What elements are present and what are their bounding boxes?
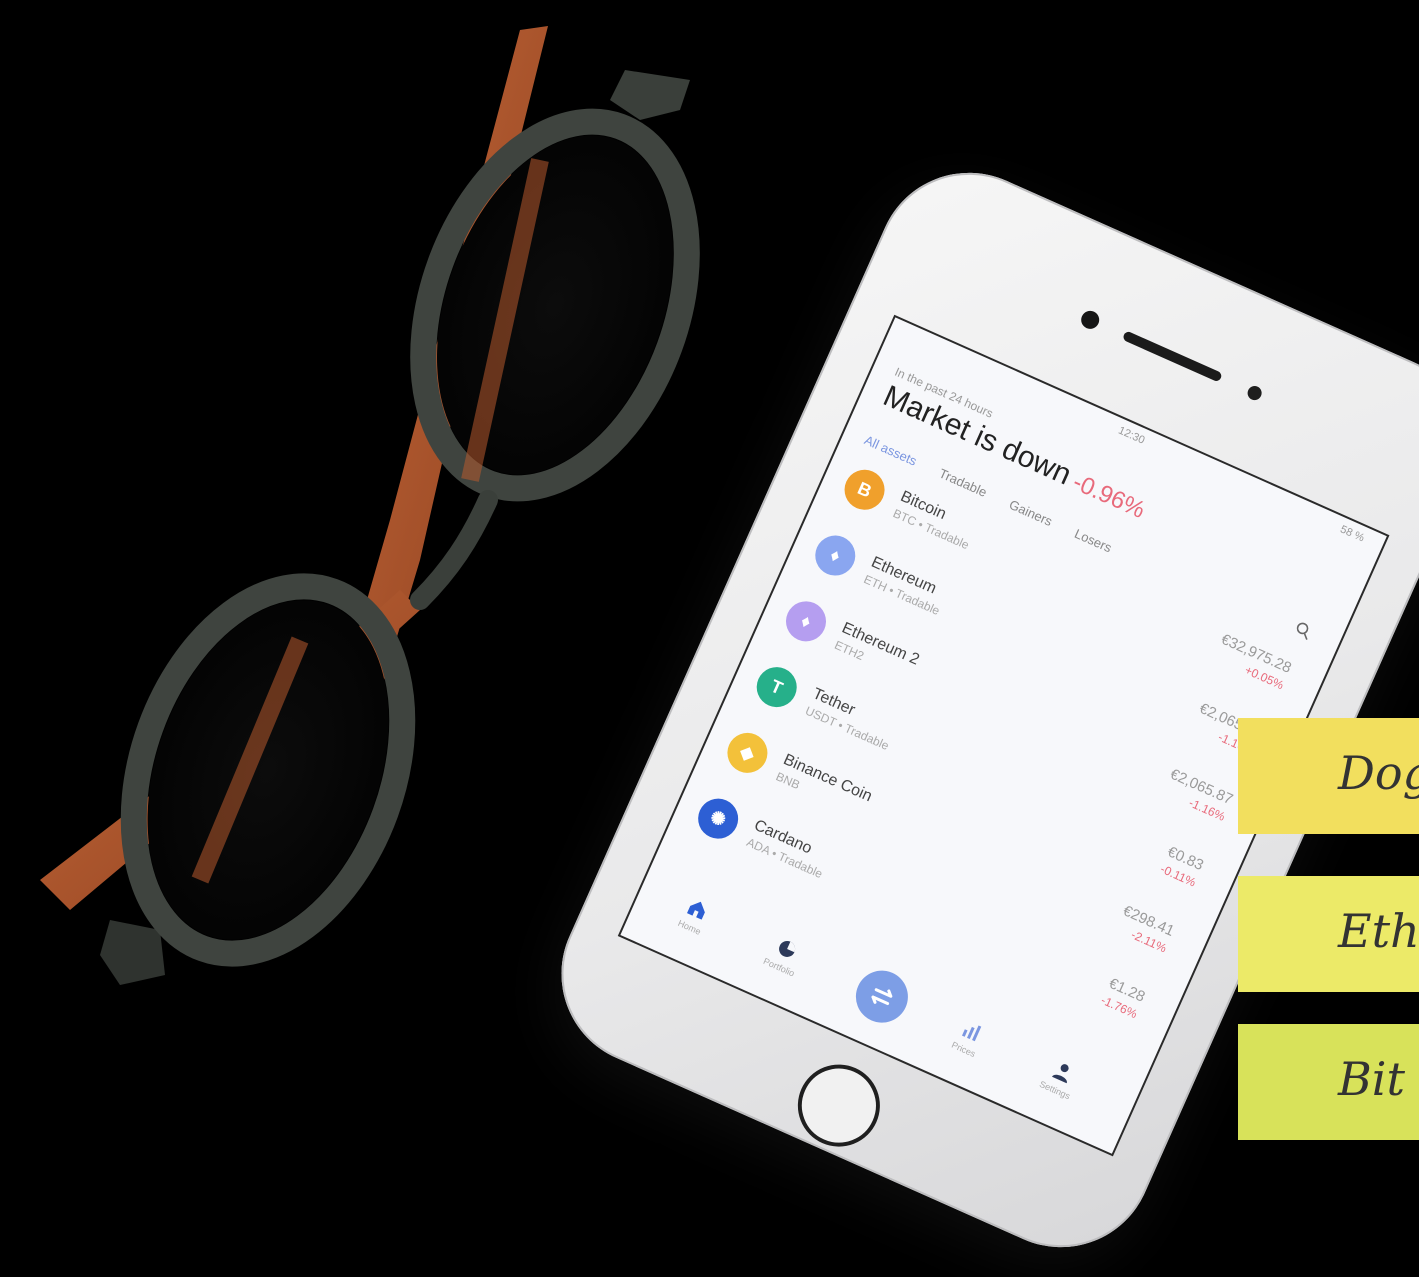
home-button[interactable]	[784, 1051, 894, 1160]
sticky-note-dogecoin: Dog	[1238, 718, 1419, 834]
temple-tip-upper	[610, 70, 690, 120]
temple-tip-lower	[100, 920, 165, 985]
sticky-note-ethereum: Eth	[1238, 876, 1419, 992]
earpiece-speaker	[1121, 330, 1223, 383]
binance-icon: ◆	[721, 726, 774, 780]
status-battery: 58 %	[1338, 523, 1367, 545]
ethereum2-icon: ♦	[779, 594, 833, 648]
status-time: 12:30	[1116, 424, 1147, 447]
bar-chart-icon	[961, 1025, 982, 1042]
nav-settings[interactable]: Settings	[1025, 1050, 1094, 1107]
cardano-icon: ✺	[691, 792, 745, 846]
user-icon	[1052, 1064, 1069, 1084]
market-change: -0.96%	[1068, 468, 1150, 524]
sticky-note-text: Dog	[1338, 746, 1419, 800]
tab-tradable[interactable]: Tradable	[937, 466, 990, 500]
tab-losers[interactable]: Losers	[1072, 526, 1114, 556]
search-icon[interactable]	[1293, 620, 1314, 641]
nav-home[interactable]: Home	[660, 887, 729, 944]
tether-icon: T	[750, 660, 804, 714]
market-title-text: Market is down	[878, 379, 1077, 492]
front-camera	[1078, 307, 1103, 332]
nav-prices[interactable]: Prices	[934, 1009, 1003, 1066]
tab-all-assets[interactable]: All assets	[862, 432, 919, 468]
sticky-note-text: Bit	[1338, 1052, 1406, 1106]
sticky-note-bitcoin: Bit	[1238, 1024, 1419, 1140]
home-icon	[687, 901, 705, 920]
pie-chart-icon	[779, 940, 796, 957]
tab-gainers[interactable]: Gainers	[1007, 497, 1055, 529]
sticky-note-text: Eth	[1338, 904, 1419, 958]
trade-button[interactable]	[847, 962, 917, 1031]
swap-icon	[871, 988, 893, 1006]
proximity-sensor	[1245, 383, 1264, 403]
nav-portfolio[interactable]: Portfolio	[750, 927, 819, 984]
bitcoin-icon: B	[838, 463, 891, 517]
ethereum-icon: ♦	[808, 529, 862, 582]
